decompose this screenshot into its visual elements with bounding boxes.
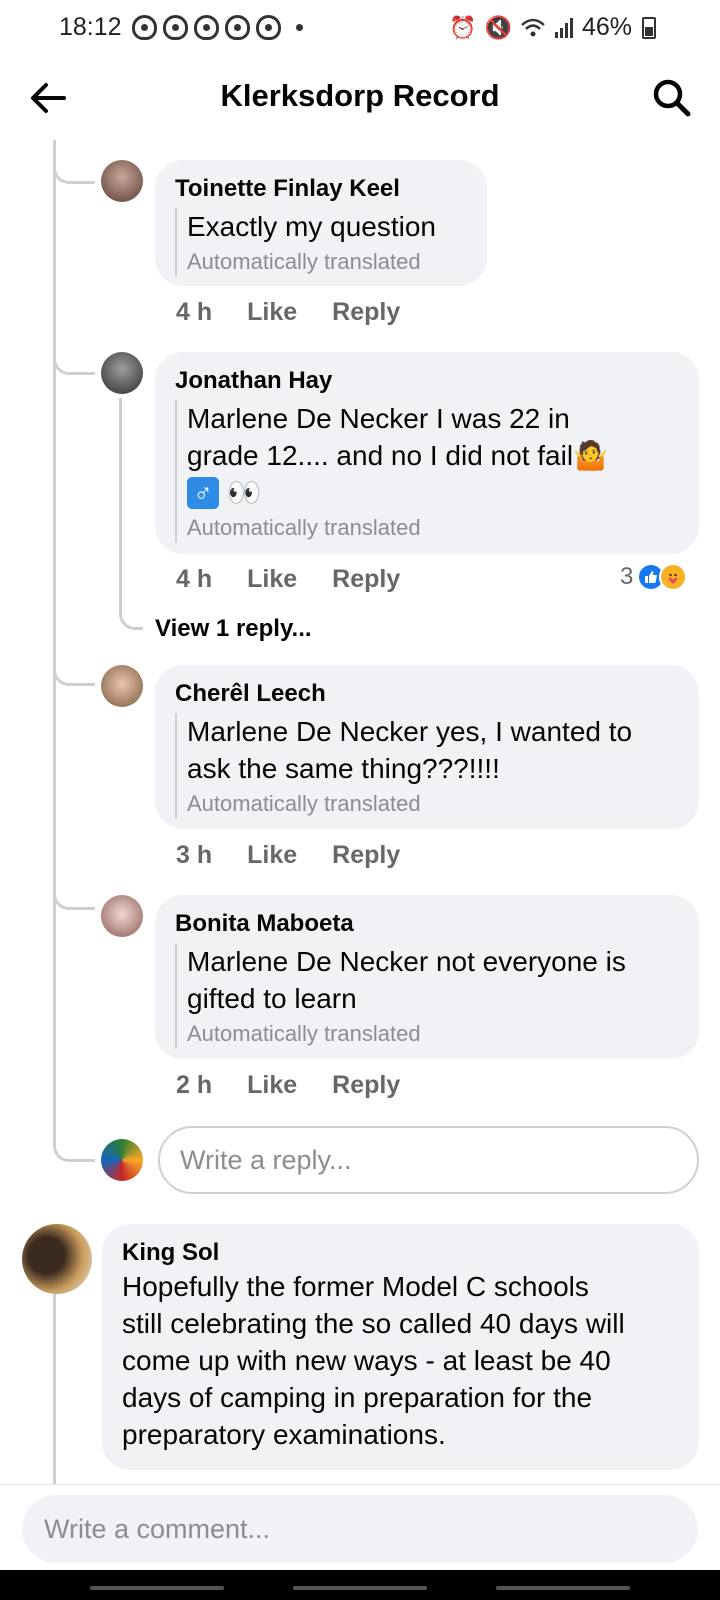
emoji-line: ♂ 👀: [187, 474, 679, 511]
comment-text-line: Marlene De Necker yes, I wanted to: [187, 716, 633, 747]
nav-back[interactable]: [496, 1586, 630, 1590]
comment-text: Exactly my question: [187, 211, 436, 242]
care-reaction-icon: [659, 563, 688, 591]
comment-text-line: preparatory examinations.: [122, 1419, 446, 1450]
reply-button[interactable]: Reply: [332, 1071, 400, 1100]
wifi-icon: [521, 18, 545, 36]
comment-time: 3 h: [176, 841, 213, 869]
notification-icon: [225, 15, 250, 40]
comment-text-line: gifted to learn: [187, 983, 357, 1014]
battery-icon: [642, 16, 656, 39]
reply-button[interactable]: Reply: [332, 565, 400, 594]
system-nav-bar: [0, 1570, 720, 1600]
comment-author[interactable]: King Sol: [122, 1238, 679, 1268]
translated-block: Exactly my question Automatically transl…: [175, 208, 467, 277]
male-sign-emoji: ♂: [187, 477, 219, 509]
thread-connector: [53, 1120, 95, 1162]
like-button[interactable]: Like: [247, 565, 297, 594]
thread-connector: [53, 148, 95, 184]
comment-bubble: Toinette Finlay Keel Exactly my question…: [155, 160, 487, 286]
signal-icon: [554, 17, 573, 38]
translated-block: Marlene De Necker not everyone is gifted…: [175, 943, 679, 1049]
notification-icon: [256, 15, 281, 40]
notification-icon: [163, 15, 188, 40]
thread-connector: [53, 880, 95, 910]
comment-time: 4 h: [176, 565, 213, 593]
search-icon: [653, 79, 691, 117]
comment-text-line: Marlene De Necker I was 22 in: [187, 403, 570, 434]
like-button[interactable]: Like: [247, 841, 297, 870]
comment-bubble: Bonita Maboeta Marlene De Necker not eve…: [155, 895, 699, 1059]
translation-note[interactable]: Automatically translated: [187, 513, 679, 543]
comment-text-line-row: grade 12.... and no I did not fail🤷: [187, 437, 679, 474]
notification-icon: [132, 15, 157, 40]
reply-thread-connector: [119, 398, 143, 630]
translated-block: Marlene De Necker I was 22 in grade 12..…: [175, 400, 679, 543]
comment-author[interactable]: Jonathan Hay: [175, 366, 679, 396]
system-icons: ⏰ 🔇 46%: [449, 13, 656, 42]
avatar[interactable]: [101, 352, 143, 394]
comment-text-line: days of camping in preparation for the: [122, 1382, 593, 1413]
comment-actions: 2 h Like Reply: [176, 1071, 400, 1100]
thread-line: [53, 1294, 56, 1484]
translation-note[interactable]: Automatically translated: [187, 247, 467, 277]
comment-bubble: Jonathan Hay Marlene De Necker I was 22 …: [155, 352, 699, 554]
shrug-emoji: 🤷: [573, 440, 608, 471]
avatar[interactable]: [101, 665, 143, 707]
thread-connector: [53, 345, 95, 375]
comment-text-line: Hopefully the former Model C schools: [122, 1271, 589, 1302]
translation-note[interactable]: Automatically translated: [187, 789, 679, 819]
comment-time: 2 h: [176, 1071, 213, 1099]
view-replies-link[interactable]: View 1 reply...: [155, 615, 312, 643]
notification-icons: [132, 15, 281, 40]
comment-composer-bar: Write a comment...: [0, 1484, 720, 1570]
app-header: Klerksdorp Record: [0, 56, 720, 140]
thread-connector: [53, 656, 95, 686]
comment-text-line: still celebrating the so called 40 days …: [122, 1308, 625, 1339]
reaction-count: 3: [620, 563, 634, 590]
current-user-avatar: [101, 1139, 143, 1181]
avatar[interactable]: [101, 160, 143, 202]
status-time: 18:12: [59, 13, 122, 41]
reaction-summary[interactable]: 3: [620, 563, 688, 591]
nav-home[interactable]: [293, 1586, 427, 1590]
comment-author[interactable]: Toinette Finlay Keel: [175, 174, 467, 204]
comment-input[interactable]: Write a comment...: [22, 1495, 698, 1563]
battery-percent: 46%: [581, 13, 632, 41]
reply-button[interactable]: Reply: [332, 841, 400, 870]
comment-bubble: Cherêl Leech Marlene De Necker yes, I wa…: [155, 665, 699, 829]
comment-bubble: King Sol Hopefully the former Model C sc…: [102, 1224, 699, 1470]
translation-note[interactable]: Automatically translated: [187, 1019, 679, 1049]
page-title: Klerksdorp Record: [220, 78, 500, 113]
reply-button[interactable]: Reply: [332, 298, 400, 327]
alarm-icon: ⏰: [449, 14, 477, 40]
status-bar: 18:12 ⏰ 🔇 46%: [0, 0, 720, 56]
like-button[interactable]: Like: [247, 1071, 297, 1100]
nav-recents[interactable]: [90, 1586, 224, 1590]
comment-text-line: come up with new ways - at least be 40: [122, 1345, 611, 1376]
mute-icon: 🔇: [484, 14, 512, 40]
comment-actions: 3 h Like Reply: [176, 841, 400, 870]
like-button[interactable]: Like: [247, 298, 297, 327]
comment-author[interactable]: Cherêl Leech: [175, 679, 679, 709]
avatar[interactable]: [101, 895, 143, 937]
comment-text-line: ask the same thing???!!!!: [187, 753, 500, 784]
comment-text-line: Marlene De Necker not everyone is: [187, 946, 626, 977]
more-notifications-dot: [296, 24, 303, 31]
comment-author[interactable]: Bonita Maboeta: [175, 909, 679, 939]
comment-actions: 4 h Like Reply: [176, 298, 400, 327]
comment-text-line: grade 12.... and no I did not fail: [187, 440, 574, 471]
search-button[interactable]: [650, 76, 694, 120]
comment-time: 4 h: [176, 298, 213, 326]
notification-icon: [194, 15, 219, 40]
reply-input[interactable]: Write a reply...: [158, 1126, 699, 1194]
comment-actions: 4 h Like Reply: [176, 565, 400, 594]
translated-block: Marlene De Necker yes, I wanted to ask t…: [175, 713, 679, 819]
eyes-emoji: 👀: [226, 477, 262, 508]
avatar[interactable]: [22, 1224, 92, 1294]
thread-line: [53, 140, 56, 1140]
